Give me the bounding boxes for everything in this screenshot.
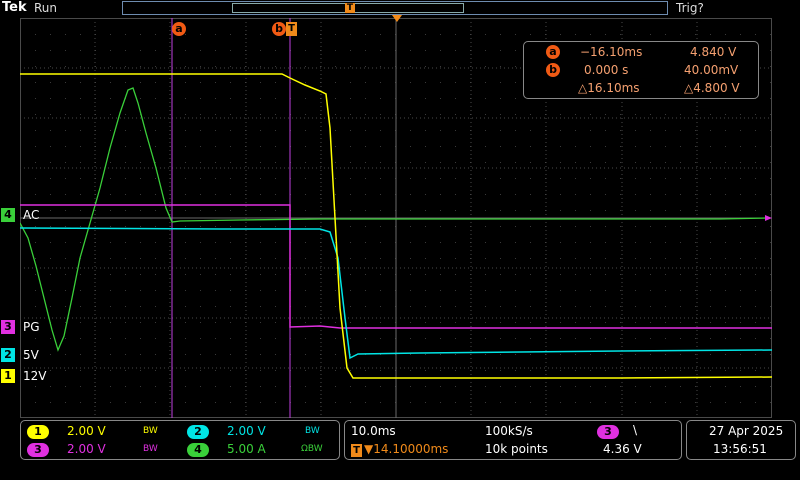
ch1-ground-marker[interactable]: 1 xyxy=(1,369,15,383)
record-length-value: 10k points xyxy=(485,442,548,456)
trigger-position-marker-icon: T xyxy=(345,3,355,13)
sample-rate-value: 100kS/s xyxy=(485,424,533,438)
cursor-a-volt: 4.840 V xyxy=(690,45,737,59)
ch3-label: PG xyxy=(23,320,40,334)
ch2-chip[interactable]: 2 xyxy=(187,425,209,439)
trigger-time-arrow-icon xyxy=(392,15,402,22)
ch1-label: 12V xyxy=(23,369,47,383)
trigger-level-value: 4.36 V xyxy=(603,442,642,456)
cursor-a-time: −16.10ms xyxy=(580,45,643,59)
horizontal-settings-panel[interactable]: 10.0ms 100kS/s T ▼14.10000ms 10k points … xyxy=(344,420,682,460)
ch1-bw-limit-icon: BW xyxy=(143,426,158,436)
cursor-b-badge: b xyxy=(546,63,560,77)
brand-logo: Tek xyxy=(2,0,27,15)
ch2-bw-limit-icon: BW xyxy=(305,426,320,436)
ch4-scale: 5.00 A xyxy=(227,442,266,456)
trigger-source-chip[interactable]: 3 xyxy=(597,425,619,439)
ch4-chip[interactable]: 4 xyxy=(187,443,209,457)
ch4-ground-marker[interactable]: 4 xyxy=(1,208,15,222)
cursor-b-time: 0.000 s xyxy=(584,63,629,77)
time-value: 13:56:51 xyxy=(713,442,767,456)
ch1-scale: 2.00 V xyxy=(67,424,106,438)
ch3-bw-limit-icon: BW xyxy=(143,444,158,454)
cursor-delta-volt: △4.800 V xyxy=(684,81,740,95)
cursor-delta-time: △16.10ms xyxy=(578,81,640,95)
ch4-bw-limit-icon: ΩBW xyxy=(301,444,323,454)
cursor-b-volt: 40.00mV xyxy=(684,63,739,77)
ch2-label: 5V xyxy=(23,348,39,362)
cursor-a-badge: a xyxy=(546,45,560,59)
cursor-b-tag[interactable]: b xyxy=(272,22,286,36)
vertical-settings-panel[interactable]: 1 2.00 V BW 2 2.00 V BW 3 2.00 V BW 4 5.… xyxy=(20,420,340,460)
ch3-chip[interactable]: 3 xyxy=(27,443,49,457)
ch2-ground-marker[interactable]: 2 xyxy=(1,348,15,362)
ch2-scale: 2.00 V xyxy=(227,424,266,438)
datetime-panel[interactable]: 27 Apr 2025 13:56:51 xyxy=(686,420,796,460)
trigger-position-value: ▼14.10000ms xyxy=(364,442,449,456)
ch3-scale: 2.00 V xyxy=(67,442,106,456)
trigger-position-icon: T xyxy=(351,444,362,457)
ch3-ground-marker[interactable]: 3 xyxy=(1,320,15,334)
cursor-b-readout: b xyxy=(546,62,560,78)
cursor-a-readout: a xyxy=(546,44,560,60)
cursor-readout-panel[interactable]: a −16.10ms 4.840 V b 0.000 s 40.00mV △16… xyxy=(523,41,759,99)
trigger-status: Trig? xyxy=(676,1,704,15)
trigger-slope-icon: \ xyxy=(633,423,638,437)
acquisition-run-state[interactable]: Run xyxy=(34,1,57,15)
ch1-chip[interactable]: 1 xyxy=(27,425,49,439)
date-value: 27 Apr 2025 xyxy=(709,424,784,438)
cursor-a-tag[interactable]: a xyxy=(172,22,186,36)
trigger-time-marker-icon: T xyxy=(286,22,297,36)
timebase-value: 10.0ms xyxy=(351,424,396,438)
ch4-label: AC xyxy=(23,208,40,222)
